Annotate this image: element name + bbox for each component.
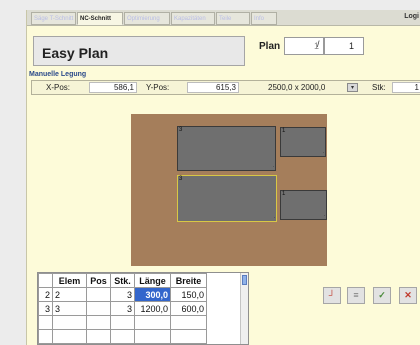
cell-stk[interactable] <box>110 329 135 344</box>
cell-pos[interactable] <box>86 287 111 302</box>
grid-header-elem[interactable]: Elem <box>52 273 87 288</box>
cell-stk[interactable]: 3 <box>110 301 135 316</box>
cell-laenge[interactable] <box>134 329 171 344</box>
tab-saege[interactable]: Säge T-Schnitt <box>31 12 76 25</box>
options-button[interactable]: ≡ <box>347 287 365 304</box>
cell-elem[interactable]: 2 <box>52 287 87 302</box>
panel-number: 1 <box>282 128 286 134</box>
row-index <box>38 315 53 330</box>
tab-teile[interactable]: Teile <box>216 12 250 25</box>
cell-breite[interactable]: 600,0 <box>170 301 207 316</box>
board-canvas[interactable]: 3 . 1 . 3 . 1 . <box>131 114 327 266</box>
panel-number: 1 <box>282 191 286 197</box>
cell-pos[interactable] <box>86 329 111 344</box>
panel-corner-mark: . <box>323 212 325 218</box>
cell-stk[interactable]: 3 <box>110 287 135 302</box>
panel-corner-mark: . <box>272 163 274 169</box>
page-title: Easy Plan <box>42 45 109 61</box>
panel-piece[interactable]: 1 . <box>280 127 326 157</box>
cancel-button[interactable]: ✕ <box>399 287 417 304</box>
table-row[interactable] <box>38 315 207 330</box>
title-box: Easy Plan <box>33 36 245 66</box>
dimensions-dropdown-button[interactable]: ▾ <box>347 83 358 92</box>
tab-bar: Säge T-Schnitt NC-Schnitt Optimierung Ka… <box>27 10 420 26</box>
cell-pos[interactable] <box>86 315 111 330</box>
table-row[interactable]: 2 2 3 300,0 150,0 <box>38 287 207 302</box>
grid-header-stk[interactable]: Stk. <box>110 273 135 288</box>
row-index: 2 <box>38 287 53 302</box>
cell-breite[interactable]: 150,0 <box>170 287 207 302</box>
x-pos-field[interactable]: 586,1 <box>89 82 137 93</box>
x-pos-label: X-Pos: <box>46 83 71 92</box>
plan-label: Plan <box>259 41 281 52</box>
grid-header-pos[interactable]: Pos <box>86 273 111 288</box>
board-dimensions: 2500,0 x 2000,0 <box>268 83 326 92</box>
grid-header-laenge[interactable]: Länge <box>134 273 171 288</box>
row-index <box>38 329 53 344</box>
cell-pos[interactable] <box>86 301 111 316</box>
grid-scrollbar[interactable] <box>240 273 248 344</box>
grid-header-index <box>38 273 53 288</box>
panel-piece[interactable]: 1 . <box>280 190 327 220</box>
cell-breite[interactable] <box>170 329 207 344</box>
table-row[interactable]: 3 3 3 1200,0 600,0 <box>38 301 207 316</box>
tab-nc-schnitt[interactable]: NC-Schnitt <box>77 12 123 25</box>
panel-corner-mark: . <box>273 214 275 220</box>
panel-piece[interactable]: 3 . <box>177 126 276 171</box>
panel-number: 3 <box>179 176 183 182</box>
row-index: 3 <box>38 301 53 316</box>
cell-elem[interactable] <box>52 315 87 330</box>
cell-stk[interactable] <box>110 315 135 330</box>
place-piece-button[interactable]: ┘ <box>323 287 341 304</box>
parts-grid[interactable]: Elem Pos Stk. Länge Breite 2 2 3 300,0 1… <box>37 272 249 345</box>
y-pos-field[interactable]: 615,3 <box>187 82 239 93</box>
cell-laenge[interactable] <box>134 315 171 330</box>
cell-elem[interactable]: 3 <box>52 301 87 316</box>
panel-corner-mark: . <box>322 149 324 155</box>
stk-label: Stk: <box>372 83 386 92</box>
background-left <box>0 0 26 345</box>
plan-total-field[interactable]: 1 <box>324 37 364 55</box>
stk-field[interactable]: 1 <box>392 82 420 93</box>
grid-header-row: Elem Pos Stk. Länge Breite <box>38 273 207 288</box>
table-row[interactable] <box>38 329 207 344</box>
position-row: X-Pos: 586,1 Y-Pos: 615,3 2500,0 x 2000,… <box>31 80 420 95</box>
app-window: Säge T-Schnitt NC-Schnitt Optimierung Ka… <box>26 10 420 345</box>
login-link[interactable]: Logi <box>404 13 419 20</box>
cell-breite[interactable] <box>170 315 207 330</box>
tab-info[interactable]: Info <box>251 12 277 25</box>
y-pos-label: Y-Pos: <box>146 83 170 92</box>
confirm-button[interactable]: ✓ <box>373 287 391 304</box>
panel-number: 3 <box>179 127 183 133</box>
plan-separator: / <box>317 39 320 49</box>
grid-header-breite[interactable]: Breite <box>170 273 207 288</box>
tab-optimierung[interactable]: Optimierung <box>124 12 170 25</box>
section-label: Manuelle Legung <box>29 71 87 78</box>
cell-laenge-selected[interactable]: 300,0 <box>134 287 171 302</box>
tab-kapazitaeten[interactable]: Kapazitäten <box>171 12 215 25</box>
scrollbar-thumb[interactable] <box>242 275 247 285</box>
cell-laenge[interactable]: 1200,0 <box>134 301 171 316</box>
cell-elem[interactable] <box>52 329 87 344</box>
panel-piece-selected[interactable]: 3 . <box>177 175 277 222</box>
